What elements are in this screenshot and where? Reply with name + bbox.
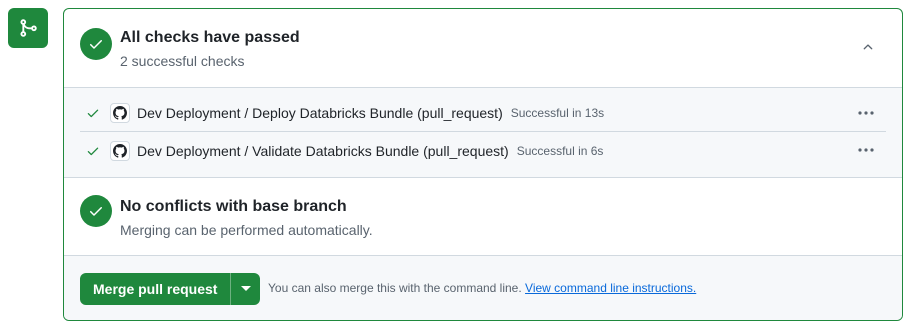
triangle-down-icon bbox=[240, 286, 251, 291]
chevron-up-icon[interactable] bbox=[856, 35, 880, 59]
merge-box: All checks have passed 2 successful chec… bbox=[63, 8, 903, 321]
merge-note: You can also merge this with the command… bbox=[268, 281, 696, 295]
check-name: Dev Deployment / Validate Databricks Bun… bbox=[137, 142, 509, 159]
merge-options-dropdown[interactable] bbox=[230, 273, 261, 305]
check-icon bbox=[86, 143, 102, 159]
check-circle-icon bbox=[80, 195, 112, 227]
checks-summary: All checks have passed 2 successful chec… bbox=[64, 9, 902, 88]
conflicts-summary: No conflicts with base branch Merging ca… bbox=[64, 178, 902, 256]
command-line-instructions-link[interactable]: View command line instructions. bbox=[525, 281, 696, 295]
merge-button-group: Merge pull request bbox=[80, 273, 261, 305]
git-merge-icon-glyph bbox=[20, 19, 37, 37]
git-merge-icon bbox=[8, 8, 48, 48]
conflicts-subtitle: Merging can be performed automatically. bbox=[120, 222, 373, 238]
check-row[interactable]: Dev Deployment / Validate Databricks Bun… bbox=[80, 132, 886, 169]
github-logo-icon bbox=[110, 140, 130, 161]
github-logo-icon bbox=[110, 103, 130, 123]
merge-pull-request-button[interactable]: Merge pull request bbox=[80, 273, 231, 305]
check-status: Successful in 6s bbox=[516, 143, 604, 158]
check-name: Dev Deployment / Deploy Databricks Bundl… bbox=[137, 105, 503, 121]
merge-note-text: You can also merge this with the command… bbox=[268, 281, 522, 295]
kebab-horizontal-icon[interactable] bbox=[854, 141, 878, 159]
checks-subtitle: 2 successful checks bbox=[120, 53, 245, 69]
check-icon bbox=[86, 105, 102, 121]
kebab-horizontal-icon[interactable] bbox=[854, 104, 878, 122]
check-status: Successful in 13s bbox=[510, 106, 605, 120]
conflicts-title: No conflicts with base branch bbox=[120, 198, 347, 215]
check-row[interactable]: Dev Deployment / Deploy Databricks Bundl… bbox=[80, 95, 886, 132]
checks-title: All checks have passed bbox=[120, 29, 300, 46]
checks-list: Dev Deployment / Deploy Databricks Bundl… bbox=[64, 88, 902, 178]
merge-actions: Merge pull request You can also merge th… bbox=[64, 256, 902, 320]
check-circle-icon bbox=[80, 28, 112, 60]
